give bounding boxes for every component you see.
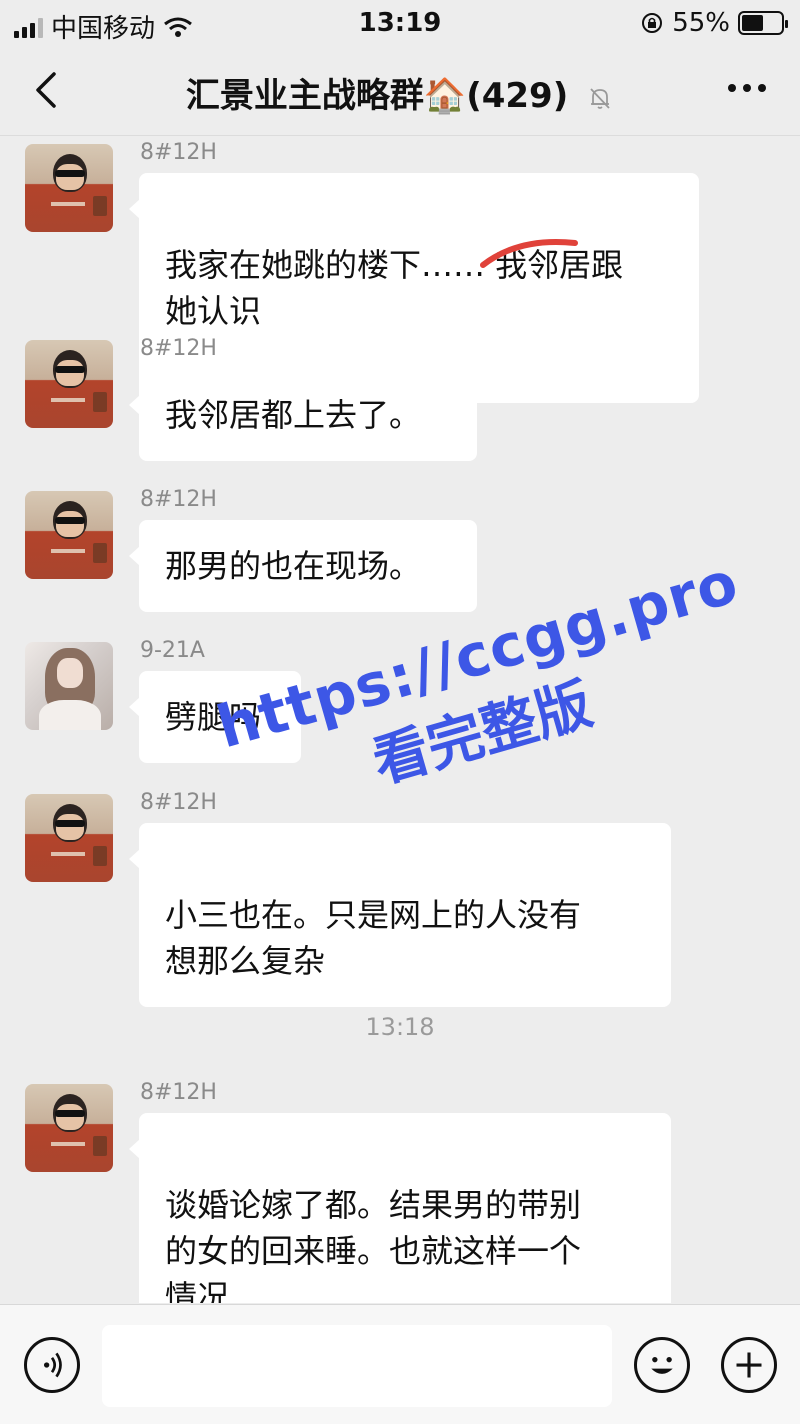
avatar[interactable] [25,642,113,730]
emoji-icon[interactable] [634,1337,690,1393]
plus-icon[interactable] [721,1337,777,1393]
message-text: 那男的也在现场。 [165,547,422,585]
sender-name: 8#12H [140,140,217,165]
chat-title-text: 汇景业主战略群🏠(429) [185,76,569,116]
avatar[interactable] [25,794,113,882]
sender-name: 8#12H [140,790,217,815]
sender-name: 8#12H [140,336,217,361]
avatar[interactable] [25,491,113,579]
sender-name: 9-21A [140,638,205,663]
chat-header: 汇景业主战略群🏠(429) [0,46,800,136]
message-bubble[interactable]: 谈婚论嫁了都。结果男的带别 的女的回来睡。也就这样一个 情况 [129,1113,671,1303]
rotation-lock-icon [642,13,663,33]
status-bar: 中国移动 13:19 55% [0,0,800,46]
input-bar [0,1304,800,1424]
sender-name: 8#12H [140,1080,217,1105]
message-text: 谈婚论嫁了都。结果男的带别 的女的回来睡。也就这样一个 情况 [165,1186,582,1303]
battery-icon [738,11,788,35]
message-bubble[interactable]: 那男的也在现场。 [129,520,477,612]
message-bubble[interactable]: 小三也在。只是网上的人没有 想那么复杂 [129,823,671,1007]
avatar[interactable] [25,144,113,232]
battery-percent: 55% [672,8,730,38]
time-separator: 13:18 [365,1013,435,1041]
status-right: 55% [640,8,788,38]
message-bubble[interactable]: 我邻居都上去了。 [129,369,477,461]
avatar[interactable] [25,340,113,428]
battery-fill [742,15,763,31]
message-bubble[interactable]: 劈腿吗 [129,671,301,763]
voice-icon[interactable] [24,1337,80,1393]
chat-title: 汇景业主战略群🏠(429) [0,68,800,117]
message-text: 我家在她跳的楼下…… 我邻居跟 她认识 [165,246,624,330]
avatar[interactable] [25,1084,113,1172]
message-input[interactable] [102,1325,612,1407]
chat-area[interactable]: 8#12H 我家在她跳的楼下…… 我邻居跟 她认识 8#12H 我邻居都上去了。… [0,137,800,1303]
message-text: 小三也在。只是网上的人没有 想那么复杂 [165,896,582,980]
more-icon[interactable] [728,84,766,92]
sender-name: 8#12H [140,487,217,512]
message-text: 劈腿吗 [165,698,262,736]
mute-bell-icon [590,87,610,109]
message-text: 我邻居都上去了。 [165,396,422,434]
